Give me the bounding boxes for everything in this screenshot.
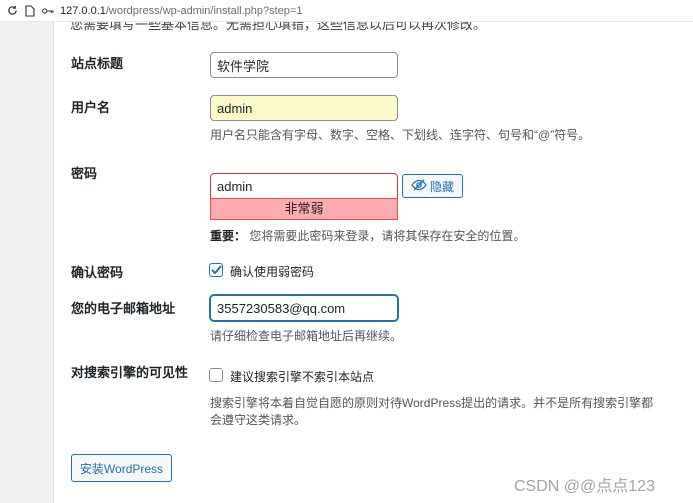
url-path: /wordpress/wp-admin/install.php?step=1: [105, 4, 303, 17]
password-note: 重要： 您将需要此密码来登录，请将其保存在安全的位置。: [210, 227, 525, 244]
eye-slash-icon: [411, 179, 427, 194]
username-input[interactable]: [210, 95, 398, 121]
reload-icon[interactable]: [6, 5, 18, 17]
search-visibility-hint-1: 搜索引擎将本着自觉自愿的原则对待WordPress提出的请求。并不是所有搜索引擎…: [210, 396, 654, 410]
confirm-password-label: 确认密码: [71, 265, 124, 280]
intro-text: 您需要填写一些基本信息。无需担心填错，这些信息以后可以再次修改。: [70, 22, 487, 32]
search-visibility-label: 对搜索引擎的可见性: [71, 365, 189, 380]
confirm-weak-password-label[interactable]: 确认使用弱密码: [230, 263, 314, 280]
email-label: 您的电子邮箱地址: [71, 301, 176, 316]
username-hint: 用户名只能含有字母、数字、空格、下划线、连字符、句号和“@”符号。: [210, 128, 591, 142]
checkmark-icon: [210, 263, 222, 278]
browser-address-bar: 127.0.0.1/wordpress/wp-admin/install.php…: [0, 0, 693, 22]
email-hint: 请仔细检查电子邮箱地址后再继续。: [210, 329, 403, 343]
password-note-text: 您将需要此密码来登录，请将其保存在安全的位置。: [249, 229, 526, 243]
install-wordpress-button[interactable]: 安装WordPress: [71, 454, 172, 482]
site-title-label: 站点标题: [71, 56, 124, 71]
page-icon: [24, 4, 36, 17]
hide-password-button[interactable]: 隐藏: [402, 174, 463, 198]
install-form-card: 您需要填写一些基本信息。无需担心填错，这些信息以后可以再次修改。 站点标题 用户…: [53, 22, 693, 503]
username-label: 用户名: [71, 100, 111, 115]
password-label: 密码: [71, 166, 98, 181]
site-title-input[interactable]: [210, 52, 398, 78]
search-visibility-hint-2: 会遵守这类请求。: [210, 413, 307, 427]
url-host: 127.0.0.1: [60, 4, 106, 17]
password-note-strong: 重要：: [210, 229, 247, 243]
email-input[interactable]: [210, 295, 398, 321]
csdn-watermark: CSDN @@点点123: [514, 478, 655, 495]
password-input[interactable]: [210, 173, 398, 199]
hide-password-label: 隐藏: [429, 179, 454, 194]
key-icon: [42, 5, 54, 17]
confirm-weak-password-checkbox[interactable]: [209, 263, 223, 277]
discourage-search-checkbox[interactable]: [209, 368, 223, 382]
password-strength-indicator: 非常弱: [210, 198, 398, 220]
discourage-search-label[interactable]: 建议搜索引擎不索引本站点: [230, 368, 374, 385]
url-text[interactable]: 127.0.0.1/wordpress/wp-admin/install.php…: [60, 5, 302, 17]
